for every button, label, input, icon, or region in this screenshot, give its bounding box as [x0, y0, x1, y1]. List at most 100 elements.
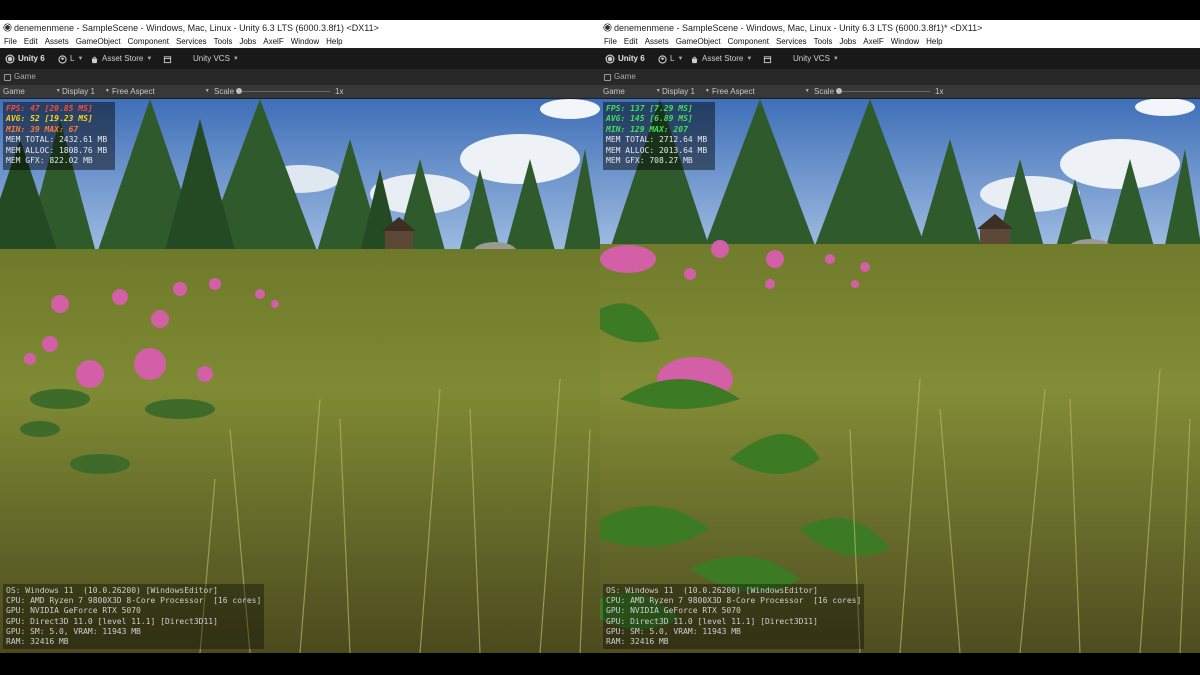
chevron-down-icon: ▼ — [832, 56, 839, 62]
chevron-down-icon: ▼ — [77, 56, 84, 62]
game-scene-render — [600, 99, 1200, 653]
fps-readout: FPS: 137 [7.29 MS] — [606, 104, 693, 113]
menu-help[interactable]: Help — [926, 37, 942, 46]
menu-window[interactable]: Window — [891, 37, 919, 46]
window-title: denemenmene - SampleScene - Windows, Mac… — [14, 23, 379, 33]
menu-window[interactable]: Window — [291, 37, 319, 46]
game-mode-label: Game — [603, 87, 625, 96]
display-label: Display 1 — [662, 87, 695, 96]
menu-edit[interactable]: Edit — [24, 37, 38, 46]
window-titlebar[interactable]: denemenmene - SampleScene - Windows, Mac… — [0, 20, 600, 36]
menu-file[interactable]: File — [604, 37, 617, 46]
chevron-down-icon: ▼ — [232, 56, 239, 62]
game-tab-bar: Game — [0, 69, 600, 85]
window-titlebar[interactable]: denemenmene - SampleScene - Windows, Mac… — [600, 20, 1200, 36]
game-tab-bar: Game — [600, 69, 1200, 85]
chevron-down-icon: ▼ — [55, 88, 61, 94]
account-label: L — [670, 54, 675, 63]
unity-logo-icon — [3, 23, 12, 32]
account-icon — [58, 54, 67, 64]
menu-tools[interactable]: Tools — [814, 37, 833, 46]
menu-services[interactable]: Services — [176, 37, 207, 46]
aspect-label: Free Aspect — [712, 87, 755, 96]
game-mode-dropdown[interactable]: Game ▼ — [3, 85, 61, 98]
asset-store-icon — [691, 56, 698, 63]
asset-store-label: Asset Store — [102, 54, 144, 63]
menu-services[interactable]: Services — [776, 37, 807, 46]
aspect-dropdown[interactable]: Free Aspect ▼ — [112, 85, 210, 98]
main-toolbar: Unity 6 L ▼ Asset Store ▼ Unity VCS ▼ — [0, 49, 600, 69]
menu-bar: File Edit Assets GameObject Component Service… — [600, 36, 1200, 48]
menu-bar: File Edit Assets GameObject Component Service… — [0, 36, 600, 48]
display-dropdown[interactable]: Display 1 ▼ — [662, 85, 710, 98]
menu-edit[interactable]: Edit — [624, 37, 638, 46]
sysinfo-line: RAM: 32416 MB — [606, 637, 669, 647]
menu-component[interactable]: Component — [728, 37, 769, 46]
unity-logo-icon — [605, 54, 615, 64]
display-label: Display 1 — [62, 87, 95, 96]
menu-component[interactable]: Component — [128, 37, 169, 46]
system-info-overlay: OS: Windows 11 (10.0.26200) [WindowsEdit… — [603, 584, 865, 650]
game-scene-render — [0, 99, 600, 653]
chevron-down-icon: ▼ — [655, 88, 661, 94]
aspect-dropdown[interactable]: Free Aspect ▼ — [712, 85, 810, 98]
unity-account-button[interactable]: Unity 6 — [5, 49, 45, 69]
window-title: denemenmene - SampleScene - Windows, Mac… — [614, 23, 983, 33]
game-viewport[interactable]: FPS: 137 [7.29 MS] AVG: 145 [6.89 MS] MI… — [600, 99, 1200, 653]
scale-label-text: Scale — [214, 87, 235, 96]
unity-vcs-dropdown[interactable]: Unity VCS ▼ — [193, 49, 239, 69]
scale-value: 1x — [335, 85, 343, 98]
game-view-controls: Game ▼ Display 1 ▼ Free Aspect ▼ Scale 1… — [600, 85, 1200, 98]
game-mode-dropdown[interactable]: Game ▼ — [603, 85, 661, 98]
asset-store-dropdown[interactable]: Asset Store ▼ — [90, 49, 152, 69]
scale-value: 1x — [935, 85, 943, 98]
menu-help[interactable]: Help — [326, 37, 342, 46]
mem-gfx-readout: MEM GFX: 708.27 MB — [606, 156, 693, 166]
menu-jobs[interactable]: Jobs — [839, 37, 856, 46]
menu-gameobject[interactable]: GameObject — [676, 37, 721, 46]
scale-slider[interactable] — [838, 91, 930, 92]
sysinfo-line: RAM: 32416 MB — [6, 637, 69, 647]
game-viewport[interactable]: FPS: 47 [20.85 MS] AVG: 52 [19.23 MS] MI… — [0, 99, 600, 653]
scale-slider[interactable] — [238, 91, 330, 92]
mem-total-readout: MEM TOTAL: 2712.64 MB — [606, 135, 708, 145]
scale-slider-handle[interactable] — [236, 88, 242, 94]
unity-vcs-dropdown[interactable]: Unity VCS ▼ — [793, 49, 839, 69]
menu-assets[interactable]: Assets — [45, 37, 69, 46]
display-dropdown[interactable]: Display 1 ▼ — [62, 85, 110, 98]
tab-game[interactable]: Game — [14, 69, 36, 85]
package-button[interactable] — [163, 49, 172, 69]
unity-editor-window-left: denemenmene - SampleScene - Windows, Mac… — [0, 20, 600, 653]
menu-jobs[interactable]: Jobs — [239, 37, 256, 46]
scale-slider-handle[interactable] — [836, 88, 842, 94]
mem-alloc-readout: MEM ALLOC: 1808.76 MB — [6, 145, 108, 155]
menu-assets[interactable]: Assets — [645, 37, 669, 46]
unity-account-button[interactable]: Unity 6 — [605, 49, 645, 69]
scale-value-text: 1x — [335, 87, 344, 96]
chevron-down-icon: ▼ — [204, 88, 210, 94]
menu-axelf[interactable]: AxelF — [863, 37, 883, 46]
account-label: L — [70, 54, 75, 63]
tab-game[interactable]: Game — [614, 69, 636, 85]
account-dropdown[interactable]: L ▼ — [58, 49, 83, 69]
account-dropdown[interactable]: L ▼ — [658, 49, 683, 69]
unity-editor-window-right: denemenmene - SampleScene - Windows, Mac… — [600, 20, 1200, 653]
package-button[interactable] — [763, 49, 772, 69]
unity-brand-label: Unity 6 — [618, 54, 645, 63]
asset-store-icon — [91, 56, 98, 63]
menu-gameobject[interactable]: GameObject — [76, 37, 121, 46]
asset-store-dropdown[interactable]: Asset Store ▼ — [690, 49, 752, 69]
system-info-overlay: OS: Windows 11 (10.0.26200) [WindowsEdit… — [3, 584, 265, 650]
mem-gfx-readout: MEM GFX: 822.02 MB — [6, 156, 93, 166]
mem-alloc-readout: MEM ALLOC: 2013.64 MB — [606, 145, 708, 155]
menu-axelf[interactable]: AxelF — [263, 37, 283, 46]
unity-logo-icon — [5, 54, 15, 64]
sysinfo-line: OS: Windows 11 (10.0.26200) [WindowsEdit… — [6, 586, 218, 595]
menu-tools[interactable]: Tools — [214, 37, 233, 46]
menu-file[interactable]: File — [4, 37, 17, 46]
package-icon — [763, 55, 772, 63]
asset-store-label: Asset Store — [702, 54, 744, 63]
chevron-down-icon: ▼ — [104, 88, 110, 94]
sysinfo-line: CPU: AMD Ryzen 7 9800X3D 8-Core Processo… — [6, 596, 262, 606]
chevron-down-icon: ▼ — [804, 88, 810, 94]
